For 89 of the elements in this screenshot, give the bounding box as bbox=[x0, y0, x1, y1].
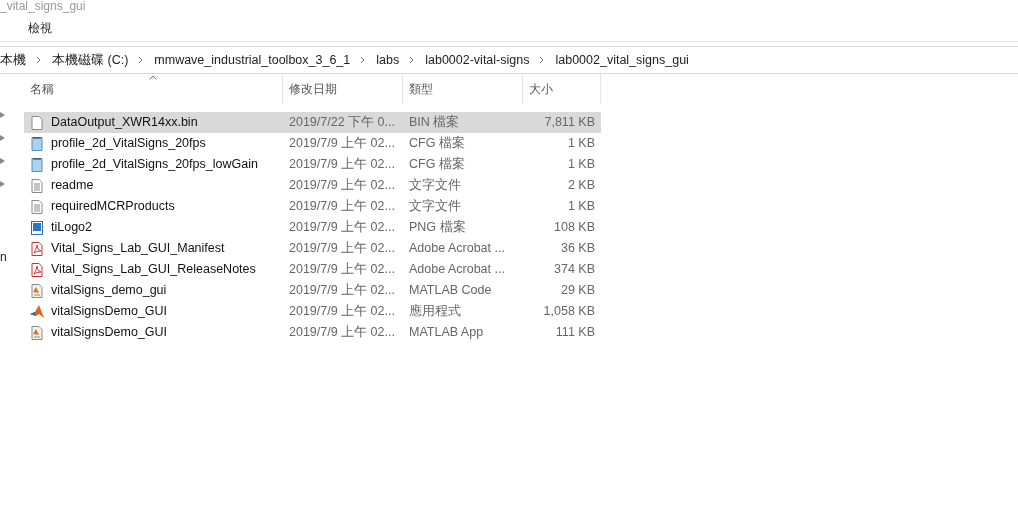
file-row[interactable]: Vital_Signs_Lab_GUI_ReleaseNotes 2019/7/9 上午 02... Adobe Acrobat ... 374 KB bbox=[24, 259, 601, 280]
file-size: 1 KB bbox=[566, 198, 596, 216]
file-name: vitalSignsDemo_GUI bbox=[51, 303, 167, 321]
file-name: vitalSigns_demo_gui bbox=[51, 282, 167, 300]
file-type: PNG 檔案 bbox=[408, 219, 467, 237]
file-row[interactable]: vitalSignsDemo_GUI 2019/7/9 上午 02... 應用程式 1,058 KB bbox=[24, 301, 601, 322]
file-icon bbox=[29, 114, 45, 131]
file-size: 1 KB bbox=[566, 156, 596, 174]
chevron-icon bbox=[360, 56, 367, 64]
chevron-icon bbox=[36, 56, 42, 64]
code-file-icon bbox=[29, 324, 45, 341]
breadcrumb-item[interactable]: lab0002-vital-signs bbox=[425, 50, 530, 70]
pin-icon[interactable] bbox=[0, 180, 6, 188]
modified-date: 2019/7/9 上午 02... bbox=[288, 303, 396, 321]
chevron-icon bbox=[539, 56, 546, 64]
matlab-logo-icon bbox=[29, 303, 45, 320]
file-row[interactable]: tiLogo2 2019/7/9 上午 02... PNG 檔案 108 KB bbox=[24, 217, 601, 238]
chevron-icon bbox=[138, 56, 145, 64]
file-type: 文字文件 bbox=[408, 198, 462, 216]
file-type: 文字文件 bbox=[408, 177, 462, 195]
file-size: 1 KB bbox=[566, 135, 596, 153]
column-header[interactable]: 大小 bbox=[523, 74, 601, 104]
text-file-icon bbox=[29, 198, 45, 215]
config-file-icon bbox=[29, 135, 45, 152]
file-size: 2 KB bbox=[566, 177, 596, 195]
file-row[interactable]: profile_2d_VitalSigns_20fps 2019/7/9 上午 02... CFG 檔案 1 KB bbox=[24, 133, 601, 154]
file-name: tiLogo2 bbox=[51, 219, 92, 237]
modified-date: 2019/7/9 上午 02... bbox=[288, 219, 396, 237]
file-row[interactable]: vitalSignsDemo_GUI 2019/7/9 上午 02... MATLAB App 111 KB bbox=[24, 322, 601, 343]
file-size: 108 KB bbox=[553, 219, 596, 237]
modified-date: 2019/7/9 上午 02... bbox=[288, 240, 396, 258]
pin-icon[interactable] bbox=[0, 111, 6, 119]
config-file-icon bbox=[29, 156, 45, 173]
modified-date: 2019/7/9 上午 02... bbox=[288, 135, 396, 153]
file-name: profile_2d_VitalSigns_20fps_lowGain bbox=[51, 156, 258, 174]
pdf-file-icon bbox=[29, 261, 45, 278]
breadcrumb-item[interactable]: mmwave_industrial_toolbox_3_6_1 bbox=[154, 50, 351, 70]
modified-date: 2019/7/22 下午 0... bbox=[288, 114, 396, 132]
file-size: 374 KB bbox=[553, 261, 596, 279]
modified-date: 2019/7/9 上午 02... bbox=[288, 156, 396, 174]
file-name: requiredMCRProducts bbox=[51, 198, 175, 216]
image-file-icon bbox=[29, 219, 45, 236]
file-type: CFG 檔案 bbox=[408, 156, 466, 174]
file-row[interactable]: requiredMCRProducts 2019/7/9 上午 02... 文字文件 1 KB bbox=[24, 196, 601, 217]
breadcrumb-item[interactable]: 本機 bbox=[0, 50, 26, 70]
file-size: 7,811 KB bbox=[543, 114, 596, 132]
file-size: 111 KB bbox=[554, 324, 596, 342]
file-type: Adobe Acrobat ... bbox=[408, 240, 506, 258]
breadcrumb-item[interactable]: lab0002_vital_signs_gui bbox=[555, 50, 689, 70]
sidebar-text[interactable]: n bbox=[0, 251, 7, 263]
pin-icon[interactable] bbox=[0, 157, 6, 165]
file-row[interactable]: profile_2d_VitalSigns_20fps_lowGain 2019/7/9 上午 02... CFG 檔案 1 KB bbox=[24, 154, 601, 175]
file-name: profile_2d_VitalSigns_20fps bbox=[51, 135, 206, 153]
column-header[interactable]: 名稱 bbox=[24, 74, 283, 104]
file-row[interactable]: vitalSigns_demo_gui 2019/7/9 上午 02... MATLAB Code 29 KB bbox=[24, 280, 601, 301]
file-name: vitalSignsDemo_GUI bbox=[51, 324, 167, 342]
modified-date: 2019/7/9 上午 02... bbox=[288, 324, 396, 342]
ribbon-tab[interactable]: 檢視 bbox=[28, 18, 52, 37]
file-row[interactable]: readme 2019/7/9 上午 02... 文字文件 2 KB bbox=[24, 175, 601, 196]
text-file-icon bbox=[29, 177, 45, 194]
breadcrumb-item[interactable]: 本機磁碟 (C:) bbox=[52, 50, 129, 70]
pdf-file-icon bbox=[29, 240, 45, 257]
file-size: 1,058 KB bbox=[542, 303, 596, 321]
file-row[interactable]: Vital_Signs_Lab_GUI_Manifest 2019/7/9 上午 02... Adobe Acrobat ... 36 KB bbox=[24, 238, 601, 259]
column-header[interactable]: 修改日期 bbox=[283, 74, 403, 104]
file-size: 29 KB bbox=[559, 282, 596, 300]
modified-date: 2019/7/9 上午 02... bbox=[288, 261, 396, 279]
file-name: readme bbox=[51, 177, 94, 195]
file-name: Vital_Signs_Lab_GUI_Manifest bbox=[51, 240, 225, 258]
column-header[interactable]: 類型 bbox=[403, 74, 523, 104]
modified-date: 2019/7/9 上午 02... bbox=[288, 282, 396, 300]
modified-date: 2019/7/9 上午 02... bbox=[288, 177, 396, 195]
file-type: MATLAB App bbox=[408, 324, 485, 342]
code-file-icon bbox=[29, 282, 45, 299]
file-type: Adobe Acrobat ... bbox=[408, 261, 506, 279]
file-name: DataOutput_XWR14xx.bin bbox=[51, 114, 198, 132]
chevron-icon bbox=[409, 56, 416, 64]
file-type: MATLAB Code bbox=[408, 282, 493, 300]
modified-date: 2019/7/9 上午 02... bbox=[288, 198, 396, 216]
breadcrumb-item[interactable]: labs bbox=[376, 50, 400, 70]
file-row[interactable]: DataOutput_XWR14xx.bin 2019/7/22 下午 0... BIN 檔案 7,811 KB bbox=[24, 112, 601, 133]
pin-icon[interactable] bbox=[0, 134, 6, 142]
file-name: Vital_Signs_Lab_GUI_ReleaseNotes bbox=[51, 261, 256, 279]
sort-caret-icon bbox=[148, 75, 158, 80]
file-type: 應用程式 bbox=[408, 303, 462, 321]
file-size: 36 KB bbox=[559, 240, 596, 258]
file-type: BIN 檔案 bbox=[408, 114, 461, 132]
file-type: CFG 檔案 bbox=[408, 135, 466, 153]
window-title: _vital_signs_gui bbox=[0, 0, 86, 12]
